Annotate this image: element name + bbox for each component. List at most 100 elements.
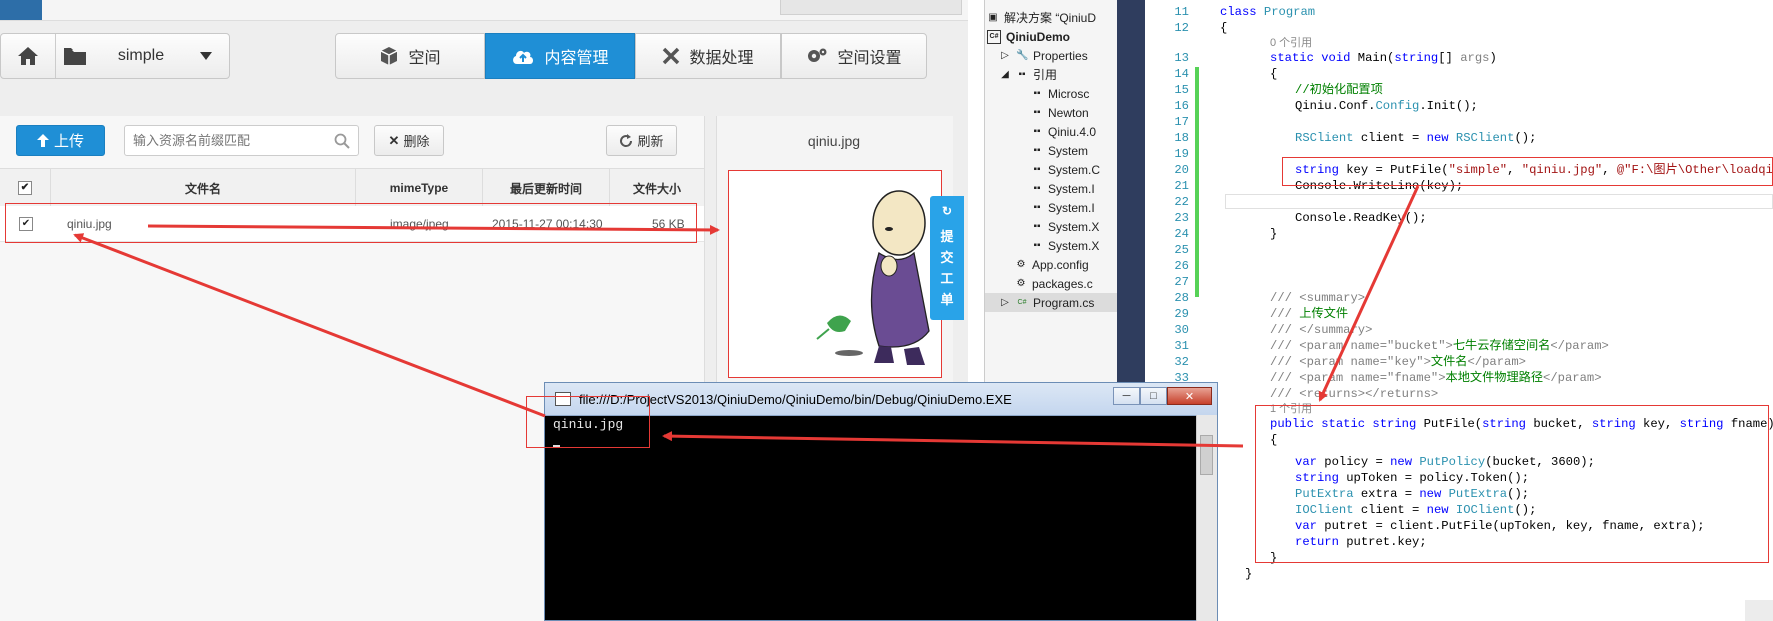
tree-item-reference[interactable]: ▪▪ System.I [985, 198, 1118, 217]
tree-label: Newton [1048, 105, 1089, 120]
line-number: 21 [1174, 179, 1189, 193]
tree-item-appconfig[interactable]: ⚙ App.config [985, 255, 1118, 274]
line-number: 26 [1174, 259, 1189, 273]
tree-item-references[interactable]: ◢ ▪▪ 引用 [985, 65, 1118, 84]
code-token: /// [1270, 355, 1300, 369]
code-token: Qiniu.Conf. [1295, 99, 1376, 113]
tree-item-reference[interactable]: ▪▪ Microsc [985, 84, 1118, 103]
code-token: RSClient [1455, 131, 1515, 145]
submit-ticket-tab[interactable]: ↻ 提 交 工 单 [930, 196, 964, 320]
code-token: [] [1438, 51, 1461, 65]
tab-space[interactable]: 空间 [335, 33, 485, 79]
code-token: (); [1514, 131, 1537, 145]
tree-item-reference[interactable]: ▪▪ System [985, 141, 1118, 160]
header-filename[interactable]: 文件名 [50, 169, 355, 207]
tree-label: 引用 [1033, 68, 1058, 82]
browser-tab[interactable] [780, 0, 962, 15]
expand-arrow-icon[interactable]: ▷ [999, 297, 1011, 309]
tree-item-reference[interactable]: ▪▪ System.C [985, 160, 1118, 179]
tree-item-packages[interactable]: ⚙ packages.c [985, 274, 1118, 293]
codelens-references[interactable]: 0 个引用 [1270, 35, 1312, 51]
references-icon: ▪▪ [1018, 68, 1026, 80]
code-token: /// [1270, 323, 1300, 337]
search-input[interactable] [125, 126, 336, 154]
close-button[interactable]: ✕ [1167, 387, 1212, 405]
tree-label: packages.c [1032, 276, 1093, 291]
reference-icon: ▪▪ [1033, 106, 1041, 118]
tab-data-processing[interactable]: 数据处理 [635, 33, 781, 79]
code-token: </param> [1543, 371, 1602, 385]
delete-button[interactable]: ✕ 删除 [374, 125, 444, 156]
tree-item-reference[interactable]: ▪▪ System.X [985, 236, 1118, 255]
line-number: 29 [1174, 307, 1189, 321]
side-tab-char-3: 工 [940, 271, 954, 286]
code-line: /// <summary> [1270, 290, 1365, 306]
refresh-button[interactable]: 刷新 [606, 125, 677, 156]
reference-icon: ▪▪ [1033, 182, 1041, 194]
code-token: class [1220, 5, 1264, 19]
collapse-arrow-icon[interactable]: ◢ [999, 69, 1011, 81]
header-updated[interactable]: 最后更新时间 [482, 169, 609, 207]
code-line: } [1270, 227, 1278, 241]
tab-content-management[interactable]: 内容管理 [485, 33, 635, 79]
annotation-box-console-output [526, 396, 650, 448]
refresh-circle-icon: ↻ [941, 204, 953, 218]
code-token: 文件名 [1430, 355, 1468, 369]
code-token: 七牛云存储空间名 [1452, 339, 1551, 353]
current-line-highlight [1225, 194, 1773, 209]
code-token: 本地文件物理路径 [1445, 371, 1544, 385]
reference-icon: ▪▪ [1033, 144, 1041, 156]
code-line: /// <returns></returns> [1270, 386, 1438, 402]
search-icon[interactable] [334, 133, 350, 149]
nav-tabs: 空间 内容管理 数据处理 空间设置 [335, 33, 927, 79]
search-field[interactable] [124, 125, 359, 156]
maximize-icon: □ [1150, 390, 1157, 402]
select-all-checkbox[interactable]: ✔ [0, 169, 50, 207]
file-table-header: ✔ 文件名 mimeType 最后更新时间 文件大小 [0, 168, 704, 208]
line-number: 13 [1174, 51, 1189, 65]
preview-image[interactable] [728, 170, 942, 378]
upload-button[interactable]: 上传 [16, 125, 105, 156]
code-line: { [1270, 67, 1278, 81]
tree-item-properties[interactable]: ▷ 🔧 Properties [985, 46, 1118, 65]
tree-item-program[interactable]: ▷ C# Program.cs [985, 293, 1118, 312]
tree-item-reference[interactable]: ▪▪ System.X [985, 217, 1118, 236]
side-tab-char-1: 提 [940, 229, 954, 244]
tree-item-reference[interactable]: ▪▪ Newton [985, 103, 1118, 122]
gears-icon [808, 48, 827, 62]
tab-space-label: 空间 [408, 50, 441, 67]
line-number: 27 [1174, 275, 1189, 289]
console-scrollbar[interactable] [1196, 415, 1217, 621]
code-line: /// </summary> [1270, 322, 1372, 338]
config-icon: ⚙ [1016, 258, 1026, 270]
header-size[interactable]: 文件大小 [609, 169, 704, 207]
line-number: 24 [1174, 227, 1189, 241]
line-number: 16 [1174, 99, 1189, 113]
code-token: <param name="key"> [1299, 355, 1431, 369]
line-number: 25 [1174, 243, 1189, 257]
code-token: <returns></returns> [1299, 387, 1439, 401]
line-number: 17 [1174, 115, 1189, 129]
code-token: string [1394, 51, 1439, 65]
minimize-button[interactable]: ─ [1113, 387, 1140, 405]
code-line: /// <param name="bucket">七牛云存储空间名</param… [1270, 338, 1609, 354]
tree-item-solution[interactable]: ▣ 解决方案 “QiniuD [985, 8, 1118, 27]
header-mimetype[interactable]: mimeType [355, 169, 482, 207]
tree-item-project[interactable]: C# QiniuDemo [985, 27, 1118, 46]
line-number: 32 [1174, 355, 1189, 369]
code-line: class Program [1220, 4, 1315, 20]
bucket-selector[interactable]: simple [0, 33, 230, 79]
reference-icon: ▪▪ [1033, 201, 1041, 213]
cartoon-image [729, 171, 941, 377]
maximize-button[interactable]: □ [1140, 387, 1167, 405]
line-number: 22 [1174, 195, 1189, 209]
editor-scrollbar[interactable] [1745, 600, 1773, 621]
tree-item-reference[interactable]: ▪▪ System.I [985, 179, 1118, 198]
scrollbar-thumb[interactable] [1200, 435, 1213, 475]
minimize-icon: ─ [1122, 390, 1131, 402]
tab-space-settings[interactable]: 空间设置 [781, 33, 927, 79]
tree-item-reference[interactable]: ▪▪ Qiniu.4.0 [985, 122, 1118, 141]
home-button[interactable] [1, 34, 56, 78]
code-line: static void Main(string[] args) [1270, 51, 1497, 65]
expand-arrow-icon[interactable]: ▷ [999, 50, 1011, 62]
